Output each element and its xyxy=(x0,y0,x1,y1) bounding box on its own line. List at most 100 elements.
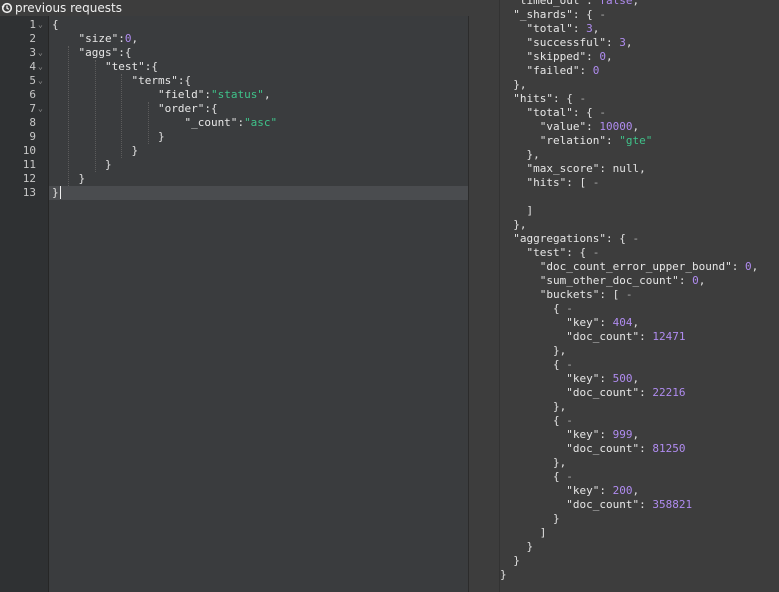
response-line: } xyxy=(500,568,507,582)
line-number: 6 xyxy=(29,88,36,101)
code-token: : xyxy=(204,88,211,101)
fold-marker[interactable]: - xyxy=(579,92,586,105)
code-line: "field":"status", xyxy=(52,88,271,102)
fold-marker[interactable]: - xyxy=(566,302,573,315)
response-line: }, xyxy=(500,148,539,162)
code-token: : { xyxy=(572,106,600,119)
response-line: "doc_count_error_upper_bound": 0, xyxy=(500,260,759,274)
code-line: "terms":{ xyxy=(52,74,191,88)
code-token: }, xyxy=(500,400,567,413)
code-token: "successful" xyxy=(500,36,606,49)
code-token: "max_score" xyxy=(500,162,600,175)
fold-toggle-icon[interactable]: ⌄ xyxy=(38,18,46,32)
code-line: } xyxy=(52,130,165,144)
code-token: "buckets" xyxy=(500,288,600,301)
response-line: "successful": 3, xyxy=(500,36,632,50)
code-token: 3 xyxy=(619,36,626,49)
code-token: : xyxy=(118,32,125,45)
fold-toggle-icon[interactable]: ⌄ xyxy=(38,46,46,60)
code-token: 0 xyxy=(745,260,752,273)
previous-requests-link[interactable]: previous requests xyxy=(15,0,122,16)
text-cursor xyxy=(59,186,61,199)
code-token: :{ xyxy=(144,60,158,73)
response-line: "doc_count": 358821 xyxy=(500,498,692,512)
code-token: }, xyxy=(500,456,567,469)
fold-toggle-icon[interactable]: ⌄ xyxy=(38,102,46,116)
code-token: , xyxy=(632,372,640,385)
response-line: "doc_count": 12471 xyxy=(500,330,685,344)
response-line: "total": 3, xyxy=(500,22,599,36)
code-token: 358821 xyxy=(652,498,693,511)
fold-marker[interactable]: - xyxy=(593,176,600,189)
fold-marker[interactable]: - xyxy=(566,470,573,483)
response-line: } xyxy=(500,540,533,554)
response-line: "timed_out": false, xyxy=(500,0,639,8)
code-token: } xyxy=(500,568,507,581)
code-token: "hits" xyxy=(500,176,567,189)
code-token: "key" xyxy=(500,316,600,329)
fold-marker[interactable]: - xyxy=(599,106,606,119)
code-token: "skipped" xyxy=(500,50,587,63)
code-token: , xyxy=(625,36,633,49)
code-token: "terms" xyxy=(52,74,178,87)
code-token: : null, xyxy=(599,162,646,175)
response-line: }, xyxy=(500,218,526,232)
code-token: "test" xyxy=(500,246,567,259)
code-token: 0 xyxy=(599,50,606,63)
code-token: 12471 xyxy=(652,330,686,343)
code-token: : { xyxy=(566,246,593,259)
code-token: { xyxy=(500,358,567,371)
code-token: : xyxy=(599,316,613,329)
fold-marker[interactable]: - xyxy=(626,288,633,301)
code-token: : xyxy=(599,372,613,385)
code-token: : xyxy=(579,64,593,77)
code-line: { xyxy=(52,18,59,32)
code-token: : [ xyxy=(566,176,593,189)
code-token: { xyxy=(500,414,567,427)
code-line: } xyxy=(52,158,112,172)
code-token: : xyxy=(639,498,653,511)
code-token: } xyxy=(52,130,165,143)
response-line: "key": 404, xyxy=(500,316,639,330)
code-token: : xyxy=(572,22,587,35)
response-line: "key": 999, xyxy=(500,428,639,442)
response-line: ] xyxy=(500,526,547,540)
code-token: "doc_count" xyxy=(500,330,640,343)
line-number: 3 xyxy=(29,46,36,59)
history-icon[interactable] xyxy=(1,2,13,14)
code-token: : { xyxy=(552,92,580,105)
request-editor[interactable]: { "size":0, "aggs":{ "test":{ "terms":{ … xyxy=(49,16,469,592)
fold-toggle-icon[interactable]: ⌄ xyxy=(38,60,46,74)
code-token: , xyxy=(751,260,759,273)
code-token: "sum_other_doc_count" xyxy=(500,274,679,287)
fold-marker[interactable]: - xyxy=(599,8,606,21)
code-token: ] xyxy=(500,204,534,217)
code-token: , xyxy=(632,428,640,441)
fold-marker[interactable]: - xyxy=(566,414,573,427)
line-number: 13 xyxy=(22,186,36,199)
code-token: "asc" xyxy=(244,116,278,129)
response-line: { - xyxy=(500,414,573,428)
response-line: "aggregations": { - xyxy=(500,232,639,246)
response-line: "doc_count": 22216 xyxy=(500,386,685,400)
code-token: : xyxy=(599,428,613,441)
line-number: 1 xyxy=(29,18,36,31)
code-token: :{ xyxy=(204,102,218,115)
code-token: , xyxy=(131,32,139,45)
code-token: : xyxy=(678,274,693,287)
code-token: , xyxy=(632,484,640,497)
fold-marker[interactable]: - xyxy=(632,232,639,245)
code-token: "size" xyxy=(52,32,119,45)
line-number: 5 xyxy=(29,74,36,87)
code-token: "key" xyxy=(500,372,600,385)
code-line: "aggs":{ xyxy=(52,46,131,60)
response-line: "_shards": { - xyxy=(500,8,606,22)
line-number: 12 xyxy=(22,172,36,185)
response-line: "max_score": null, xyxy=(500,162,646,176)
fold-toggle-icon[interactable]: ⌄ xyxy=(38,74,46,88)
code-line: "size":0, xyxy=(52,32,138,46)
code-token: 500 xyxy=(612,372,633,385)
response-line: "failed": 0 xyxy=(500,64,599,78)
fold-marker[interactable]: - xyxy=(593,246,600,259)
fold-marker[interactable]: - xyxy=(566,358,573,371)
